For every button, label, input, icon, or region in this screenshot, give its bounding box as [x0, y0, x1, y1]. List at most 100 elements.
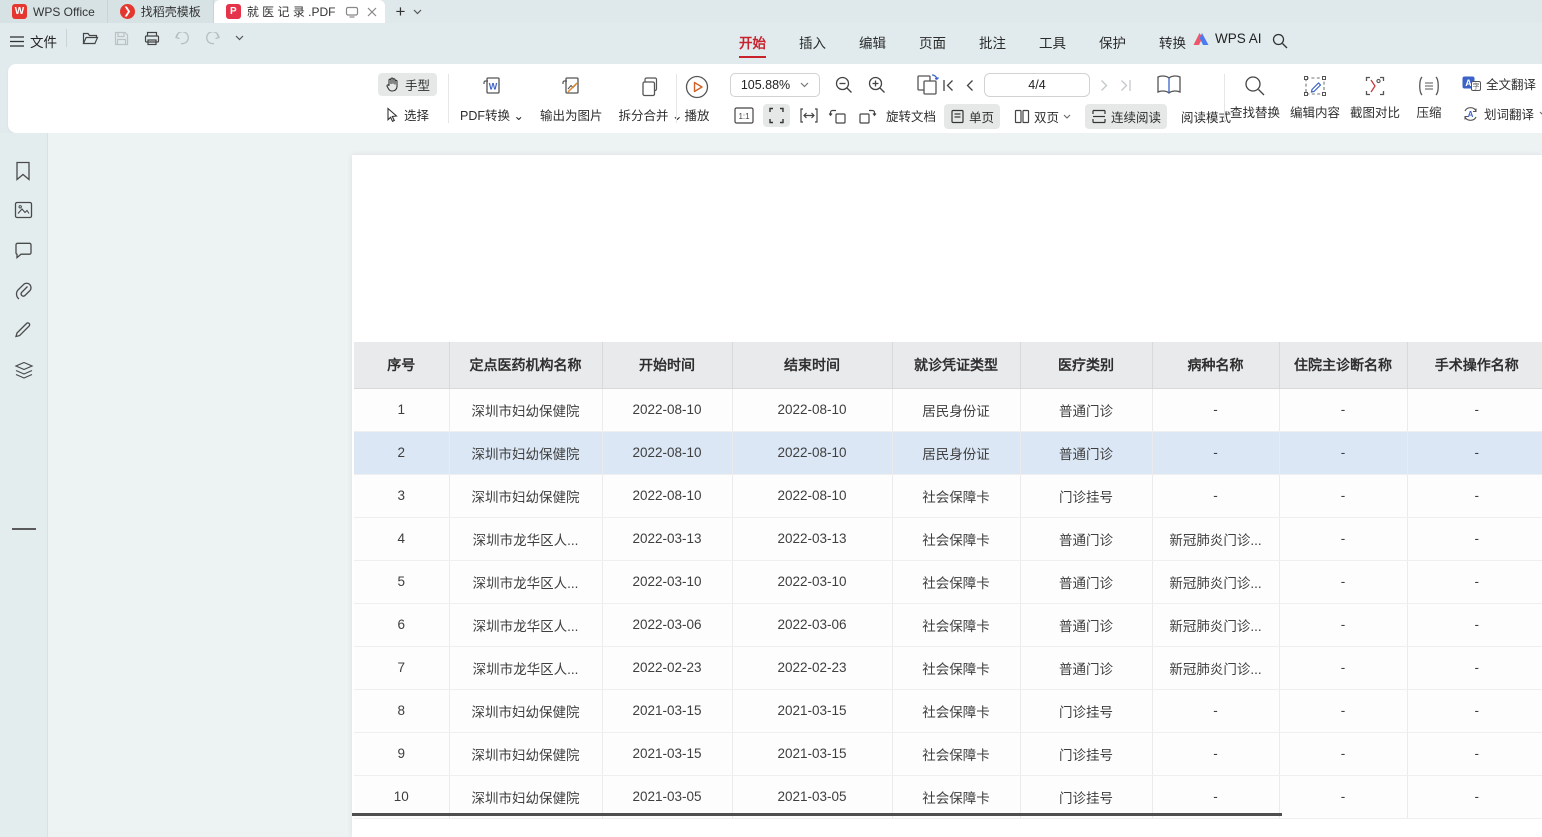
last-page-icon[interactable] — [1119, 79, 1132, 92]
table-cell: 社会保障卡 — [892, 603, 1020, 646]
table-cell: 2 — [354, 431, 449, 474]
table-cell: 深圳市妇幼保健院 — [449, 388, 602, 431]
table-cell: - — [1152, 474, 1279, 517]
menu-item[interactable]: 转换 — [1157, 29, 1188, 58]
attachment-icon[interactable] — [14, 281, 33, 300]
table-cell: 社会保障卡 — [892, 732, 1020, 775]
zoom-out-icon[interactable] — [835, 76, 853, 94]
select-tool-button[interactable]: 选择 — [378, 103, 437, 126]
menu-item[interactable]: 开始 — [737, 29, 768, 58]
menu-bar: 文件 — [0, 23, 1542, 63]
tab-document-pdf[interactable]: P 就 医 记 录 .PDF — [214, 0, 386, 23]
screenshot-compare-icon — [1363, 75, 1387, 97]
table-cell: - — [1279, 689, 1407, 732]
full-text-translate-button[interactable]: A 字 全文翻译 — [1458, 73, 1542, 94]
close-tab-icon[interactable] — [367, 7, 377, 17]
undo-icon[interactable] — [175, 32, 190, 45]
zoom-level-select[interactable]: 105.88% — [730, 73, 820, 97]
first-page-icon[interactable] — [942, 79, 955, 92]
svg-text:字: 字 — [1473, 82, 1480, 91]
ribbon-toolbar: 手型 选择 W PDF转换 ⌄ 输出为图片 — [8, 64, 1542, 133]
export-as-image-button[interactable]: 输出为图片 — [540, 71, 603, 124]
table-cell: 2022-08-10 — [602, 388, 732, 431]
table-row: 5深圳市龙华区人...2022-03-102022-03-10社会保障卡普通门诊… — [354, 560, 1542, 603]
pdf-page[interactable]: 序号定点医药机构名称开始时间结束时间就诊凭证类型医疗类别病种名称住院主诊断名称手… — [352, 155, 1542, 837]
fit-page-icon[interactable] — [763, 104, 790, 127]
pdf-convert-icon: W — [479, 74, 505, 100]
fit-width-icon[interactable] — [799, 107, 819, 124]
table-bottom-border — [352, 813, 1282, 816]
table-cell: - — [1152, 775, 1279, 818]
table-row: 8深圳市妇幼保健院2021-03-152021-03-15社会保障卡门诊挂号--… — [354, 689, 1542, 732]
word-translate-button[interactable]: A 划词翻译 — [1458, 103, 1542, 124]
table-cell: 2021-03-15 — [602, 689, 732, 732]
table-cell: 8 — [354, 689, 449, 732]
screenshot-compare-button[interactable]: 截图对比 — [1348, 72, 1402, 121]
replace-pages-icon[interactable] — [915, 73, 941, 97]
quick-access-chevron-icon[interactable] — [235, 35, 244, 41]
page-number-input[interactable]: 4/4 — [984, 73, 1090, 97]
bookmark-icon[interactable] — [14, 161, 32, 181]
table-cell: - — [1407, 474, 1542, 517]
new-tab-button[interactable]: + — [395, 3, 405, 20]
table-cell: 深圳市龙华区人... — [449, 517, 602, 560]
edit-content-button[interactable]: 编辑内容 — [1288, 72, 1342, 121]
signature-icon[interactable] — [14, 321, 34, 339]
table-cell: 2021-03-05 — [732, 775, 892, 818]
divider — [66, 29, 67, 47]
find-replace-button[interactable]: 查找替换 — [1228, 72, 1282, 121]
file-menu-button[interactable]: 文件 — [10, 31, 57, 51]
next-page-icon[interactable] — [1100, 79, 1109, 92]
rotate-right-icon[interactable] — [857, 107, 877, 125]
print-icon[interactable] — [144, 31, 160, 46]
comment-icon[interactable] — [14, 242, 33, 259]
table-cell: 新冠肺炎门诊... — [1152, 646, 1279, 689]
global-search-icon[interactable] — [1272, 33, 1288, 49]
table-cell: 1 — [354, 388, 449, 431]
save-icon[interactable] — [114, 31, 129, 46]
compress-button[interactable]: 压缩 — [1408, 72, 1450, 121]
hand-tool-button[interactable]: 手型 — [378, 73, 437, 96]
menu-item[interactable]: 编辑 — [857, 29, 888, 58]
table-cell: 门诊挂号 — [1020, 474, 1152, 517]
menu-item[interactable]: 批注 — [977, 29, 1008, 58]
pdf-convert-button[interactable]: W PDF转换 ⌄ — [460, 71, 524, 124]
table-header-cell: 定点医药机构名称 — [449, 342, 602, 388]
play-button[interactable]: 播放 — [684, 71, 710, 124]
tab-list-chevron-icon[interactable] — [413, 9, 422, 15]
redo-icon[interactable] — [205, 32, 220, 45]
double-page-button[interactable]: 双页 — [1008, 104, 1077, 129]
word-translate-icon: A — [1462, 106, 1479, 122]
menu-item[interactable]: 工具 — [1037, 29, 1068, 58]
table-cell: - — [1279, 603, 1407, 646]
continuous-reading-button[interactable]: 连续阅读 — [1085, 104, 1167, 129]
table-cell: 2022-08-10 — [732, 388, 892, 431]
table-cell: 2022-08-10 — [602, 431, 732, 474]
present-monitor-icon[interactable] — [345, 6, 359, 18]
table-cell: 2022-08-10 — [602, 474, 732, 517]
table-header-cell: 手术操作名称 — [1407, 342, 1542, 388]
rotate-document-button[interactable]: 旋转文档 — [886, 106, 936, 125]
find-replace-icon — [1244, 75, 1266, 97]
table-cell: 2022-02-23 — [602, 646, 732, 689]
previous-page-icon[interactable] — [965, 79, 974, 92]
menu-item[interactable]: 页面 — [917, 29, 948, 58]
open-file-icon[interactable] — [82, 31, 99, 46]
actual-size-icon[interactable]: 1:1 — [734, 107, 754, 124]
table-header-cell: 结束时间 — [732, 342, 892, 388]
tab-wps-office[interactable]: W WPS Office — [0, 0, 108, 23]
single-page-button[interactable]: 单页 — [944, 104, 1000, 129]
zoom-in-icon[interactable] — [868, 76, 886, 94]
split-merge-button[interactable]: 拆分合并 ⌄ — [618, 71, 682, 124]
wps-ai-button[interactable]: WPS AI — [1193, 31, 1262, 46]
table-cell: - — [1279, 732, 1407, 775]
cursor-icon — [385, 107, 399, 122]
table-cell: 社会保障卡 — [892, 689, 1020, 732]
rotate-left-icon[interactable] — [828, 107, 848, 125]
read-mode-icon[interactable] — [1156, 74, 1182, 96]
thumbnail-icon[interactable] — [14, 201, 33, 219]
tab-docer-templates[interactable]: ❯ 找稻壳模板 — [108, 0, 214, 23]
menu-item[interactable]: 保护 — [1097, 29, 1128, 58]
layers-icon[interactable] — [14, 361, 34, 380]
menu-item[interactable]: 插入 — [797, 29, 828, 58]
